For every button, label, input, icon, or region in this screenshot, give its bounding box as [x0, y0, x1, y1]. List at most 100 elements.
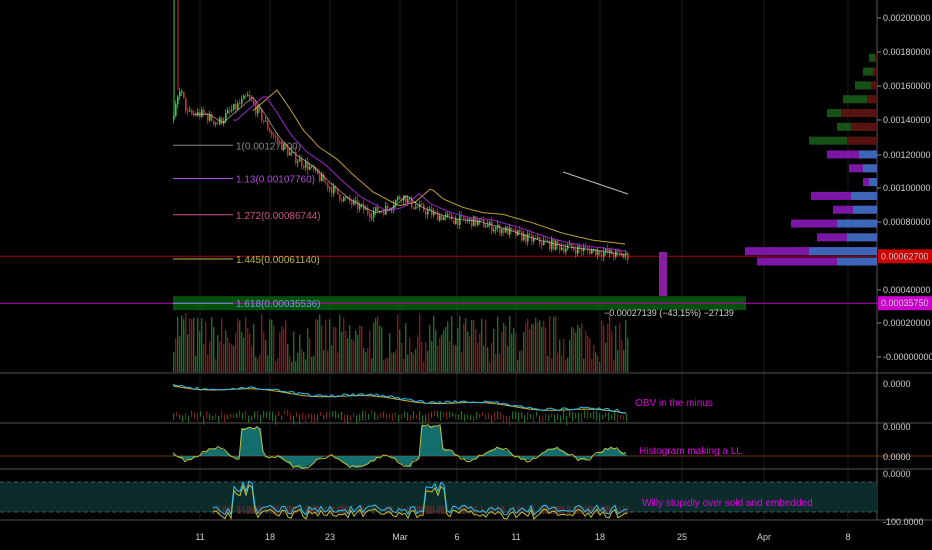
volume-bar — [175, 338, 177, 372]
candle-body — [279, 141, 281, 143]
obv-histogram-bar — [230, 414, 232, 419]
volume-bar — [621, 339, 623, 372]
obv-histogram-bar — [515, 411, 517, 420]
obv-histogram-bar — [314, 413, 316, 423]
candle-body — [495, 227, 497, 230]
volume-bar — [391, 352, 393, 372]
volume-bar — [505, 325, 507, 372]
candle-body — [359, 205, 361, 209]
volume-bar — [565, 359, 567, 372]
obv-histogram-bar — [473, 415, 475, 422]
obv-histogram-bar — [605, 412, 607, 417]
candle-body — [213, 120, 215, 124]
volume-bar — [395, 350, 397, 372]
volume-bar — [623, 349, 625, 372]
volume-bar — [407, 354, 409, 372]
candle-body — [459, 215, 461, 225]
volume-bar — [413, 353, 415, 372]
obv-histogram-bar — [311, 413, 313, 423]
volume-bar — [591, 358, 593, 372]
obv-histogram-bar — [626, 413, 628, 422]
volume-bar — [411, 351, 413, 372]
obv-histogram-bar — [527, 412, 529, 421]
volume-bar — [227, 337, 229, 372]
volume-bar — [209, 341, 211, 372]
candle-body — [273, 134, 275, 137]
candle-body — [513, 229, 515, 231]
volume-bar — [255, 356, 257, 372]
candle-body — [233, 103, 235, 110]
volume-profile-bar — [853, 205, 877, 214]
volume-bar — [523, 332, 525, 372]
volume-bar — [207, 354, 209, 372]
fib-label: 1.445(0.00061140) — [236, 255, 320, 266]
williams-bar — [561, 506, 563, 514]
obv-histogram-bar — [587, 410, 589, 420]
volume-bar — [283, 328, 285, 372]
volume-bar — [197, 317, 199, 372]
moving-averages — [193, 89, 629, 256]
volume-bar — [553, 316, 555, 372]
oscillator-annotation: Willy stupidly over sold and embedded — [642, 498, 813, 509]
volume-bar — [615, 325, 617, 372]
price-axis: 0.00200000 0.00180000 0.00160000 0.00140000… — [877, 13, 932, 527]
candle-body — [231, 109, 233, 112]
obv-histogram-bar — [308, 413, 310, 419]
obv-histogram-bar — [467, 414, 469, 420]
volume-bar — [327, 350, 329, 372]
volume-profile-bar — [837, 257, 877, 266]
volume-bar — [273, 325, 275, 372]
volume-bar — [491, 342, 493, 372]
candle-body — [577, 245, 579, 254]
volume-bar — [485, 319, 487, 372]
volume-bar — [431, 341, 433, 372]
candle-body — [555, 240, 557, 250]
candle-body — [503, 228, 505, 233]
obv-histogram-bar — [191, 410, 193, 418]
time-tick-label: Mar — [392, 532, 408, 542]
candle-body — [585, 247, 587, 249]
volume-bar — [277, 358, 279, 372]
volume-bar — [299, 334, 301, 372]
williams-bar — [387, 506, 389, 514]
obv-histogram-bar — [608, 412, 610, 421]
volume-bar — [453, 344, 455, 372]
volume-bar — [499, 353, 501, 372]
volume-bar — [555, 316, 557, 372]
volume-bar — [445, 327, 447, 372]
obv-histogram-bar — [536, 411, 538, 417]
williams-bar — [431, 506, 433, 514]
volume-bar — [607, 323, 609, 372]
obv-histogram-bar — [179, 414, 181, 420]
volume-bar — [289, 356, 291, 372]
obv-histogram-bar — [188, 415, 190, 423]
candle-body — [527, 233, 529, 242]
candle-body — [319, 174, 321, 181]
williams-bar — [607, 506, 609, 514]
candle-body — [183, 91, 185, 98]
volume-profile-bar — [863, 164, 877, 173]
volume-bar — [251, 346, 253, 372]
candle-body — [211, 114, 213, 121]
volume-bar — [295, 360, 297, 372]
candle-body — [281, 141, 283, 150]
candle-body — [471, 218, 473, 227]
volume-profile-bar — [869, 178, 877, 187]
volume-bar — [321, 325, 323, 372]
price-tick-label: 0.00180000 — [883, 47, 931, 57]
volume-profile-bar — [809, 247, 877, 256]
candle-body — [443, 216, 445, 220]
obv-histogram-bar — [560, 415, 562, 424]
candlesticks — [173, 0, 629, 264]
obv-histogram-bar — [254, 411, 256, 419]
price-tick-label: 0.00140000 — [883, 115, 931, 125]
volume-bar — [489, 361, 491, 372]
oscillator-tick-label: 0.0000 — [883, 469, 911, 479]
obv-histogram-bar — [569, 410, 571, 418]
obv-histogram-bar — [194, 412, 196, 419]
volume-bar — [203, 344, 205, 372]
obv-histogram-bar — [443, 412, 445, 417]
candle-body — [591, 250, 593, 254]
obv-histogram-bar — [500, 412, 502, 420]
candle-body — [505, 227, 507, 233]
